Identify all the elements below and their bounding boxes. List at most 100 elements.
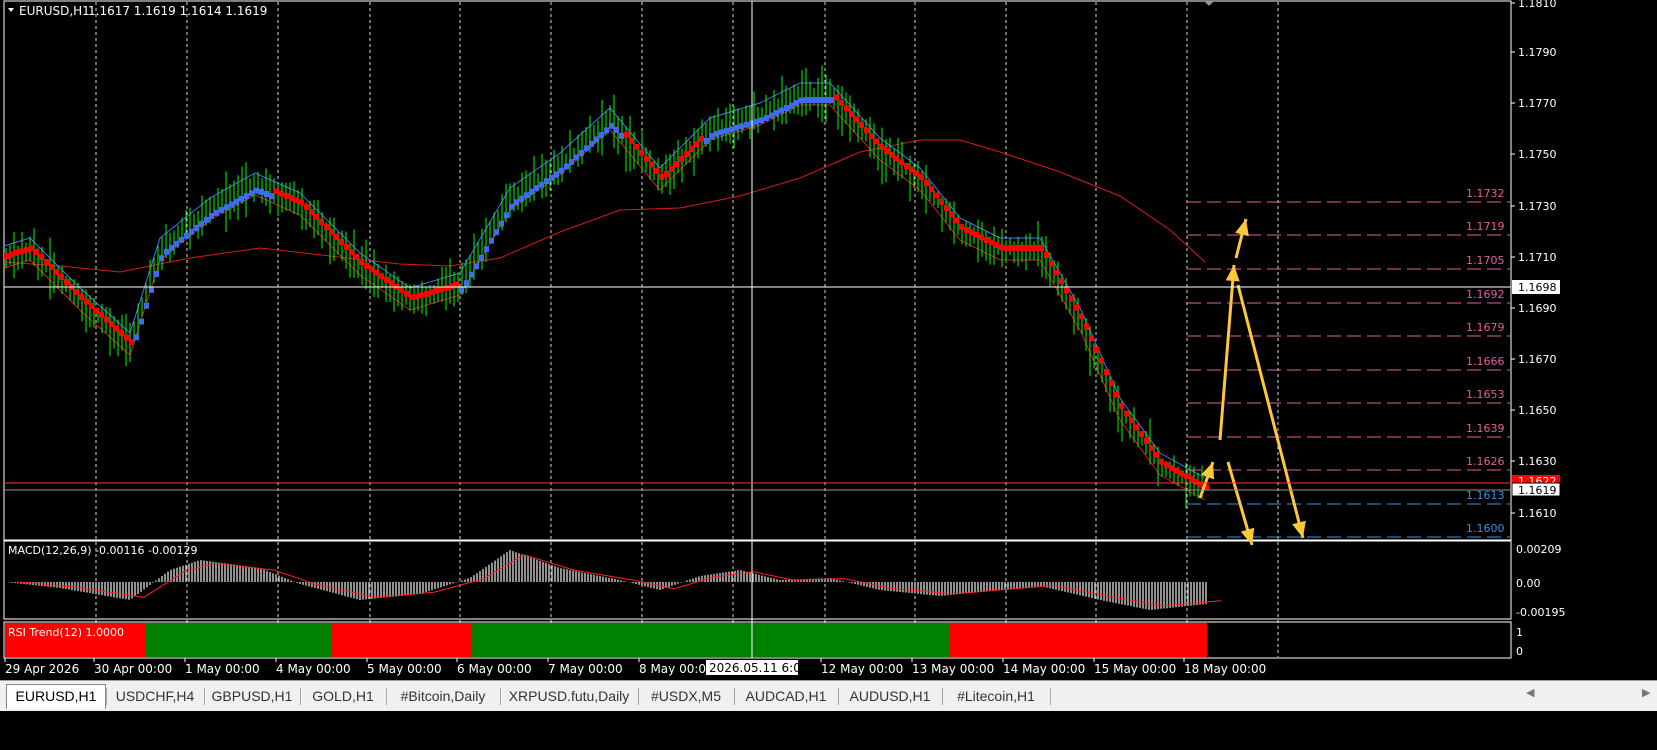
tab-audusd-h1[interactable]: AUDUSD,H1 xyxy=(840,685,940,707)
macd-title: MACD(12,26,9) -0.00116 -0.00129 xyxy=(8,544,197,557)
macd-histogram xyxy=(8,550,1222,610)
trend-ma-step xyxy=(1024,245,1029,251)
current-price-label: 1.1619 xyxy=(1518,484,1557,497)
trend-ma-step xyxy=(639,149,644,156)
tab-gbpusd-h1[interactable]: GBPUSD,H1 xyxy=(206,685,298,707)
tab-gold-h1[interactable]: GOLD,H1 xyxy=(302,685,384,707)
trend-ma-step xyxy=(169,244,174,251)
rsi-axis: 10 xyxy=(1516,626,1523,658)
trend-ma-step xyxy=(909,166,914,173)
tab-eurusd-h1[interactable]: EURUSD,H1 xyxy=(6,684,106,709)
macd-axis-label: -0.00195 xyxy=(1516,606,1565,619)
trend-ma-step xyxy=(914,170,919,177)
trend-ma-step xyxy=(259,188,264,195)
trend-ma-step xyxy=(1129,417,1134,424)
chart-window[interactable]: 1.1732 1.1719 1.1705 1.1692 1.1679 1.1666 1.16… xyxy=(0,0,1657,711)
trend-ma-step xyxy=(599,131,604,138)
trend-ma-step xyxy=(444,284,449,291)
trend-ma-step xyxy=(319,219,324,225)
trend-ma-step xyxy=(714,130,719,137)
shift-marker-icon[interactable] xyxy=(1204,1,1214,6)
macd-axis-label: 0.00209 xyxy=(1516,543,1562,556)
price-level-label: 1.1639 xyxy=(1466,422,1505,435)
rsi-trend-title: RSI Trend(12) 1.0000 xyxy=(8,626,124,639)
forecast-arrowhead xyxy=(1240,527,1255,545)
trend-ma-step xyxy=(214,209,219,216)
trend-ma-step xyxy=(954,217,959,224)
trend-ma-step xyxy=(734,124,739,131)
trend-ma-step xyxy=(264,191,269,197)
trend-ma-step xyxy=(14,249,19,256)
trend-ma-step xyxy=(834,94,839,101)
trend-ma-step xyxy=(1084,324,1089,330)
trend-ma-step xyxy=(929,186,934,193)
price-level-label: 1.1653 xyxy=(1466,388,1505,401)
trend-ma-step xyxy=(769,112,774,119)
trend-ma-step xyxy=(274,188,279,195)
trend-ma-step xyxy=(1009,245,1014,251)
trend-ma-step xyxy=(474,263,479,270)
trend-ma-step xyxy=(1004,245,1009,251)
trend-ma-step xyxy=(984,237,989,243)
trend-ma-step xyxy=(764,115,769,121)
rsi-trend-segments xyxy=(5,623,1207,657)
trend-ma-step xyxy=(519,195,524,202)
forecast-arrowhead xyxy=(1225,265,1240,282)
price-axis-label: 1.1770 xyxy=(1518,97,1557,110)
trend-ma-step xyxy=(294,197,299,204)
slow-moving-average xyxy=(3,82,1206,501)
trend-ma-step xyxy=(244,193,249,200)
tab-scroll-right-icon[interactable]: ▶ xyxy=(1642,686,1650,699)
trend-ma-step xyxy=(1114,391,1119,398)
time-axis-label: 4 May 00:00 xyxy=(276,662,351,676)
trend-ma-step xyxy=(324,224,329,230)
trend-ma-step xyxy=(844,105,849,112)
trend-ma-step xyxy=(1029,245,1034,251)
trend-ma-step xyxy=(999,244,1004,251)
tab-xrpusd-daily[interactable]: XRPUSD.futu,Daily xyxy=(502,685,636,707)
trend-ma-step xyxy=(974,232,979,238)
trend-ma-step xyxy=(1124,410,1129,417)
trend-ma-step xyxy=(254,187,259,194)
trend-ma-step xyxy=(84,298,89,305)
trend-ma-step xyxy=(1179,470,1184,477)
trend-ma-step xyxy=(364,262,369,269)
chart-menu-icon[interactable] xyxy=(8,8,14,12)
trend-ma-step xyxy=(1014,245,1019,251)
tab-bitcoin-daily[interactable]: #Bitcoin,Daily xyxy=(388,685,498,707)
trend-ma-step xyxy=(1049,260,1054,267)
trend-ma-step xyxy=(184,232,189,239)
trend-ma-step xyxy=(9,251,14,258)
time-axis-label: 15 May 00:00 xyxy=(1094,662,1176,676)
trend-ma-step xyxy=(1034,245,1039,251)
trend-ma-step xyxy=(634,143,639,150)
trend-ma-step xyxy=(614,126,619,133)
tab-usdx-m5[interactable]: #USDX,M5 xyxy=(640,685,732,707)
trend-ma-step xyxy=(1174,467,1179,474)
trend-ma-step xyxy=(989,239,994,246)
rsi-trend-segment-down xyxy=(949,623,1207,657)
tab-scroll-left-icon[interactable]: ◀ xyxy=(1526,686,1534,699)
time-axis-label: 14 May 00:00 xyxy=(1003,662,1085,676)
trend-ma-step xyxy=(739,123,744,130)
trend-ma-step xyxy=(569,158,574,165)
trend-ma-step xyxy=(744,121,749,128)
trend-ma-step xyxy=(1139,431,1144,438)
trend-ma-step xyxy=(654,167,659,174)
trend-ma-step xyxy=(679,156,684,162)
tab-usdchf-h4[interactable]: USDCHF,H4 xyxy=(108,685,202,707)
trend-ma-step xyxy=(924,180,929,186)
macd-axis: 0.00209 0.00 -0.00195 xyxy=(1516,543,1565,619)
trend-ma-step xyxy=(349,249,354,255)
price-level-label: 1.1705 xyxy=(1466,254,1505,267)
time-axis-label: 30 Apr 00:00 xyxy=(94,662,172,676)
trend-ma-step xyxy=(499,220,504,227)
trend-ma-step xyxy=(969,229,974,236)
trend-ma-step xyxy=(114,325,119,332)
trend-ma-step xyxy=(314,214,319,220)
trend-ma-step xyxy=(469,271,474,278)
trend-ma-step xyxy=(964,227,969,233)
tab-litecoin-h1[interactable]: #Litecoin,H1 xyxy=(944,685,1048,707)
tab-audcad-h1[interactable]: AUDCAD,H1 xyxy=(736,685,836,707)
trend-ma-step xyxy=(544,178,549,185)
